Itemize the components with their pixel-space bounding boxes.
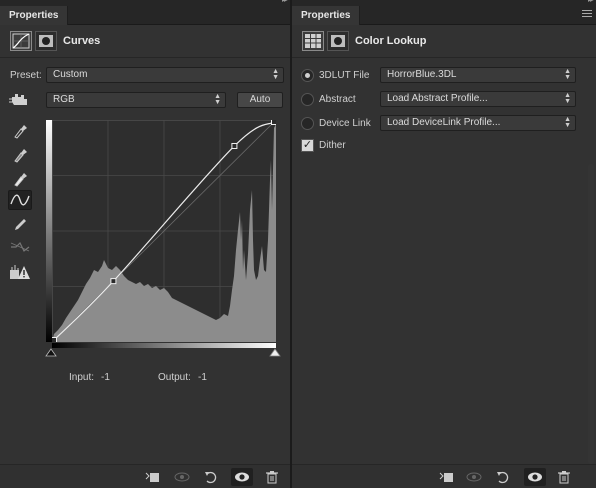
panel-title: Color Lookup — [355, 35, 427, 47]
preset-value: Custom — [53, 69, 88, 80]
curve-points-tool[interactable] — [8, 190, 32, 210]
curves-properties-panel: ▸▸ Properties Curves Preset: Custom ▲▼ — [0, 0, 290, 488]
clipping-warning-tool[interactable] — [8, 262, 32, 282]
collapse-panel-icon[interactable]: ▸▸ — [588, 0, 594, 4]
curve-points-tool-icon — [10, 194, 30, 206]
curve-control-point[interactable] — [110, 278, 117, 285]
dither-checkbox[interactable]: ✓ — [301, 139, 314, 152]
auto-button[interactable]: Auto — [237, 92, 283, 108]
output-value: -1 — [198, 372, 207, 383]
panel-footer — [292, 464, 596, 488]
input-label: Input: — [69, 372, 95, 383]
tab-bar: Properties — [0, 6, 290, 25]
tab-properties[interactable]: Properties — [292, 6, 361, 25]
smooth-curve-tool[interactable] — [8, 237, 32, 257]
panel-title: Curves — [63, 35, 101, 47]
channel-dropdown[interactable]: RGB ▲ ▼ — [46, 92, 226, 108]
eyedropper-gray-icon — [14, 149, 27, 163]
output-label: Output: — [158, 372, 191, 383]
tab-bar: Properties — [292, 6, 596, 25]
adjustment-header: Color Lookup — [292, 26, 596, 58]
eyedropper-black-icon — [14, 125, 27, 139]
reset-icon — [205, 471, 217, 484]
target-adjustment-tool[interactable] — [8, 90, 32, 110]
dropdown-arrows-icon: ▲ ▼ — [564, 68, 571, 81]
dropdown-arrows-icon: ▲ ▼ — [564, 116, 571, 129]
trash-icon — [558, 471, 570, 484]
input-value: -1 — [101, 372, 110, 383]
label-device-link: Device Link — [319, 118, 371, 129]
curves-adjustment-icon[interactable] — [10, 31, 32, 51]
clip-to-layer-icon — [145, 472, 159, 482]
smooth-curve-icon — [10, 241, 30, 252]
label-abstract: Abstract — [319, 94, 356, 105]
preset-dropdown[interactable]: Custom ▲ ▼ — [46, 67, 284, 83]
visibility-toggle[interactable] — [231, 468, 253, 486]
pencil-icon — [15, 219, 26, 230]
abstract-profile-dropdown[interactable]: Load Abstract Profile... ▲ ▼ — [380, 91, 576, 107]
visibility-toggle[interactable] — [524, 468, 546, 486]
radio-abstract[interactable] — [301, 93, 314, 106]
visibility-eye-icon — [528, 472, 542, 482]
radio-device-link[interactable] — [301, 117, 314, 130]
color-lookup-adjustment-icon[interactable] — [302, 31, 324, 51]
devicelink-profile-value: Load DeviceLink Profile... — [387, 117, 501, 128]
view-previous-state-icon — [174, 472, 190, 482]
clip-to-layer-button[interactable] — [438, 470, 454, 484]
panel-scrollbar[interactable] — [588, 164, 594, 464]
devicelink-profile-dropdown[interactable]: Load DeviceLink Profile... ▲ ▼ — [380, 115, 576, 131]
hand-target-icon — [9, 94, 27, 105]
channel-value: RGB — [53, 94, 75, 105]
gray-point-eyedropper[interactable] — [8, 144, 32, 164]
clip-to-layer-button[interactable] — [144, 470, 160, 484]
radio-3dlut-file[interactable] — [301, 69, 314, 82]
collapse-panel-icon[interactable]: ▸▸ — [282, 0, 288, 4]
view-previous-state-button[interactable] — [465, 470, 482, 484]
panel-footer — [0, 464, 290, 488]
reset-button[interactable] — [203, 470, 219, 484]
trash-icon — [266, 471, 278, 484]
eyedropper-white-icon — [14, 173, 27, 187]
abstract-profile-value: Load Abstract Profile... — [387, 93, 488, 104]
adjustment-header: Curves — [0, 26, 290, 58]
reset-icon — [497, 471, 509, 484]
visibility-eye-icon — [235, 472, 249, 482]
3dlut-file-dropdown[interactable]: HorrorBlue.3DL ▲ ▼ — [380, 67, 576, 83]
pencil-tool[interactable] — [8, 214, 32, 234]
preset-label: Preset: — [10, 70, 42, 81]
black-point-eyedropper[interactable] — [8, 120, 32, 140]
curves-graph[interactable] — [46, 120, 276, 342]
clipping-warning-icon — [10, 265, 30, 279]
delete-button[interactable] — [264, 470, 280, 484]
view-previous-state-button[interactable] — [173, 470, 190, 484]
clip-to-layer-icon — [439, 472, 453, 482]
dropdown-arrows-icon: ▲ ▼ — [272, 68, 279, 81]
layer-mask-icon[interactable] — [327, 31, 349, 51]
color-lookup-properties-panel: ▸▸ Properties Color Lookup 3DLUT File Ho — [292, 0, 596, 488]
layer-mask-icon[interactable] — [35, 31, 57, 51]
dropdown-arrows-icon: ▲ ▼ — [564, 92, 571, 105]
3dlut-file-value: HorrorBlue.3DL — [387, 69, 457, 80]
delete-button[interactable] — [556, 470, 572, 484]
dropdown-arrows-icon: ▲ ▼ — [214, 93, 221, 106]
tab-properties[interactable]: Properties — [0, 6, 69, 25]
output-gradient-bar — [46, 120, 52, 342]
black-point-slider-icon[interactable] — [45, 348, 57, 357]
slider-handles — [45, 348, 281, 357]
view-previous-state-icon — [466, 472, 482, 482]
panel-menu-icon[interactable] — [582, 10, 592, 20]
reset-button[interactable] — [495, 470, 511, 484]
curve-control-point[interactable] — [231, 142, 238, 149]
white-point-slider-icon[interactable] — [269, 348, 281, 357]
label-dither: Dither — [319, 140, 346, 151]
label-3dlut-file: 3DLUT File — [319, 70, 370, 81]
white-point-eyedropper[interactable] — [8, 168, 32, 188]
curve-control-point[interactable] — [271, 120, 277, 125]
